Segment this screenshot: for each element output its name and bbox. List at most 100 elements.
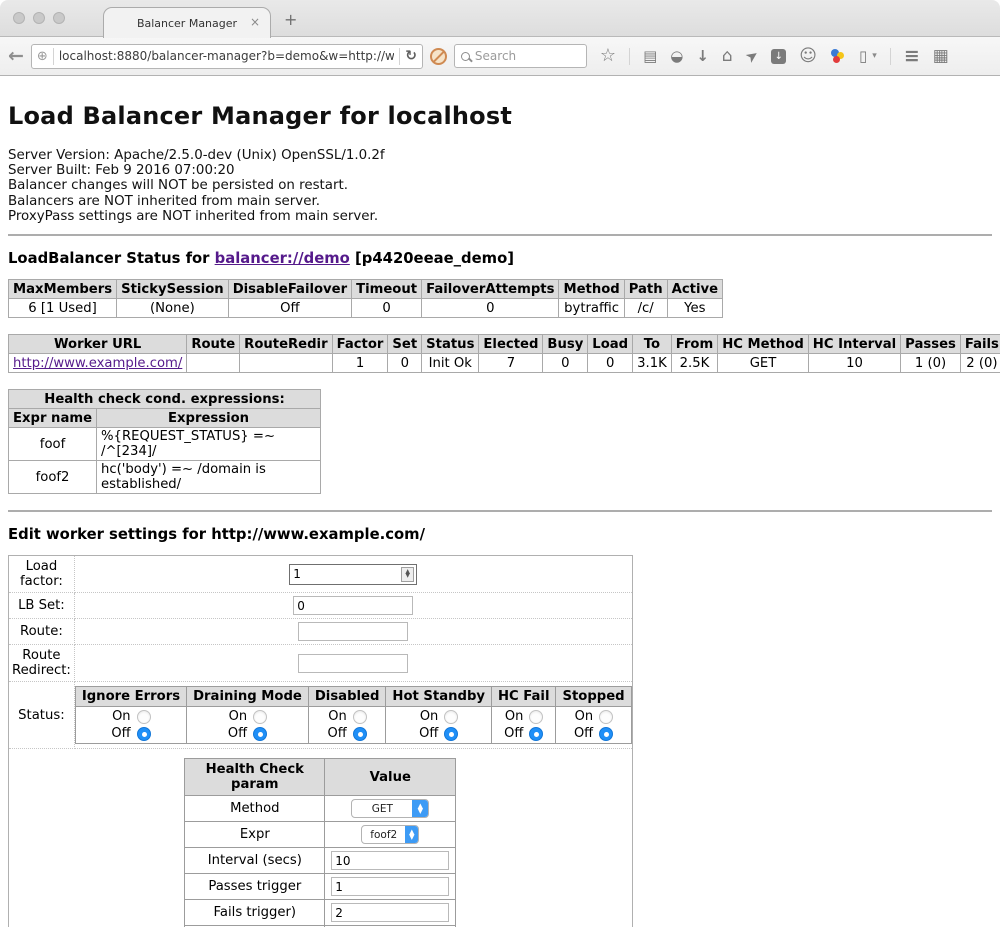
draining-mode-on-radio[interactable] <box>253 710 267 724</box>
browser-tab[interactable]: Balancer Manager × <box>103 7 271 38</box>
on-label: On <box>228 709 247 724</box>
page-title: Load Balancer Manager for localhost <box>8 102 992 130</box>
off-label: Off <box>504 726 523 741</box>
maximize-window-button[interactable] <box>53 12 65 24</box>
draining-mode-off-radio[interactable] <box>253 727 267 741</box>
balancer-link[interactable]: balancer://demo <box>215 250 350 267</box>
hc-fail-on-radio[interactable] <box>529 710 543 724</box>
ignore-errors-off-radio[interactable] <box>137 727 151 741</box>
search-icon <box>461 52 470 61</box>
toolbar-icons: ☆ ▤ ◒ ↓ ⌂ ➤ ↓ ☺ ▯ ▾ ≡ ▦ <box>600 47 949 66</box>
col-to: To <box>633 335 672 354</box>
form-row-health-params: Health Check param Value Method GET ▲▼ <box>9 749 633 927</box>
off-label: Off <box>228 726 247 741</box>
method-select-value: GET <box>352 803 412 815</box>
col-worker-url: Worker URL <box>9 335 187 354</box>
cell-stickysession: (None) <box>117 299 229 318</box>
on-label: On <box>504 709 523 724</box>
hc-row-interval: Interval (secs) <box>185 848 456 874</box>
cell-hc-interval: 10 <box>808 354 900 373</box>
hc-expressions-table: Health check cond. expressions: Expr nam… <box>8 389 321 494</box>
load-factor-label: Load factor: <box>9 556 75 593</box>
downloads-icon[interactable]: ↓ <box>696 49 709 64</box>
disabled-off-radio[interactable] <box>353 727 367 741</box>
pocket-icon[interactable]: ◒ <box>670 49 683 64</box>
clipboard-extension-icon[interactable]: ▯ <box>859 49 867 64</box>
hot-standby-on-radio[interactable] <box>444 710 458 724</box>
col-timeout: Timeout <box>352 280 422 299</box>
expr-select[interactable]: foof2 ▲▼ <box>361 825 419 844</box>
bookmark-star-icon[interactable]: ☆ <box>600 47 616 65</box>
page-content: Load Balancer Manager for localhost Serv… <box>0 102 1000 927</box>
cell-from: 2.5K <box>671 354 717 373</box>
apps-grid-icon[interactable]: ▦ <box>933 48 949 65</box>
cell-passes: 1 (0) <box>901 354 961 373</box>
route-label: Route: <box>9 619 75 645</box>
passes-input[interactable] <box>331 877 449 896</box>
table-header-row: Worker URL Route RouteRedir Factor Set S… <box>9 335 1000 354</box>
cell-disablefailover: Off <box>228 299 351 318</box>
send-tab-icon[interactable]: ➤ <box>743 46 762 66</box>
edit-worker-heading: Edit worker settings for http://www.exam… <box>8 526 992 543</box>
close-window-button[interactable] <box>13 12 25 24</box>
screenshot-icon[interactable]: ↓ <box>771 49 786 64</box>
hc-fail-off-radio[interactable] <box>529 727 543 741</box>
reading-list-icon[interactable]: ▤ <box>643 49 657 64</box>
url-text[interactable]: localhost:8880/balancer-manager?b=demo&w… <box>59 49 394 63</box>
stopped-on-radio[interactable] <box>599 710 613 724</box>
expr-select-value: foof2 <box>362 829 405 841</box>
tab-title: Balancer Manager <box>137 17 237 30</box>
chevron-down-icon[interactable]: ▾ <box>872 51 877 61</box>
lb-set-input[interactable] <box>293 596 413 615</box>
persist-notice-line: Balancer changes will NOT be persisted o… <box>8 178 992 193</box>
method-select[interactable]: GET ▲▼ <box>351 799 429 818</box>
fails-input[interactable] <box>331 903 449 922</box>
minimize-window-button[interactable] <box>33 12 45 24</box>
search-bar[interactable] <box>454 44 587 68</box>
server-version-line: Server Version: Apache/2.5.0-dev (Unix) … <box>8 148 992 163</box>
route-input[interactable] <box>298 622 408 641</box>
col-stickysession: StickySession <box>117 280 229 299</box>
menu-hamburger-icon[interactable]: ≡ <box>904 47 920 66</box>
method-label: Method <box>185 796 325 822</box>
search-input[interactable] <box>475 49 580 63</box>
new-tab-button[interactable]: + <box>284 10 297 29</box>
reload-icon[interactable]: ↻ <box>405 48 417 64</box>
health-check-params-table: Health Check param Value Method GET ▲▼ <box>184 758 456 927</box>
adblock-icon[interactable] <box>430 48 447 65</box>
col-ignore-errors: Ignore Errors <box>75 687 186 707</box>
table-header-row: MaxMembers StickySession DisableFailover… <box>9 280 723 299</box>
number-spinner-icon[interactable]: ▲▼ <box>401 567 414 582</box>
col-failoverattempts: FailoverAttempts <box>422 280 559 299</box>
cell-fails: 2 (0) <box>960 354 1000 373</box>
form-row-route: Route: <box>9 619 633 645</box>
worker-url-link[interactable]: http://www.example.com/ <box>13 356 182 371</box>
ignore-errors-on-radio[interactable] <box>137 710 151 724</box>
stopped-off-radio[interactable] <box>599 727 613 741</box>
feedback-smiley-icon[interactable]: ☺ <box>799 48 817 65</box>
extension-colored-dots-icon[interactable] <box>830 48 846 64</box>
tab-close-icon[interactable]: × <box>250 15 260 29</box>
cell-factor: 1 <box>332 354 388 373</box>
site-identity-globe-icon[interactable]: ⊕ <box>37 49 48 64</box>
disabled-on-radio[interactable] <box>353 710 367 724</box>
url-bar[interactable]: ⊕ localhost:8880/balancer-manager?b=demo… <box>31 44 423 69</box>
off-label: Off <box>419 726 438 741</box>
home-icon[interactable]: ⌂ <box>722 48 733 65</box>
select-stepper-icon: ▲▼ <box>412 799 428 818</box>
route-redirect-input[interactable] <box>298 654 408 673</box>
back-icon[interactable]: ← <box>8 47 24 66</box>
divider <box>890 48 891 65</box>
col-route: Route <box>187 335 240 354</box>
cell-load: 0 <box>588 354 633 373</box>
divider <box>629 48 630 65</box>
cell-set: 0 <box>388 354 422 373</box>
status-options-table: Ignore Errors Draining Mode Disabled Hot… <box>75 686 632 744</box>
interval-input[interactable] <box>331 851 449 870</box>
worker-table: Worker URL Route RouteRedir Factor Set S… <box>8 334 1000 373</box>
table-row: 6 [1 Used] (None) Off 0 0 bytraffic /c/ … <box>9 299 723 318</box>
load-factor-input[interactable] <box>293 567 401 581</box>
col-draining-mode: Draining Mode <box>187 687 309 707</box>
hot-standby-off-radio[interactable] <box>444 727 458 741</box>
cell-busy: 0 <box>543 354 588 373</box>
